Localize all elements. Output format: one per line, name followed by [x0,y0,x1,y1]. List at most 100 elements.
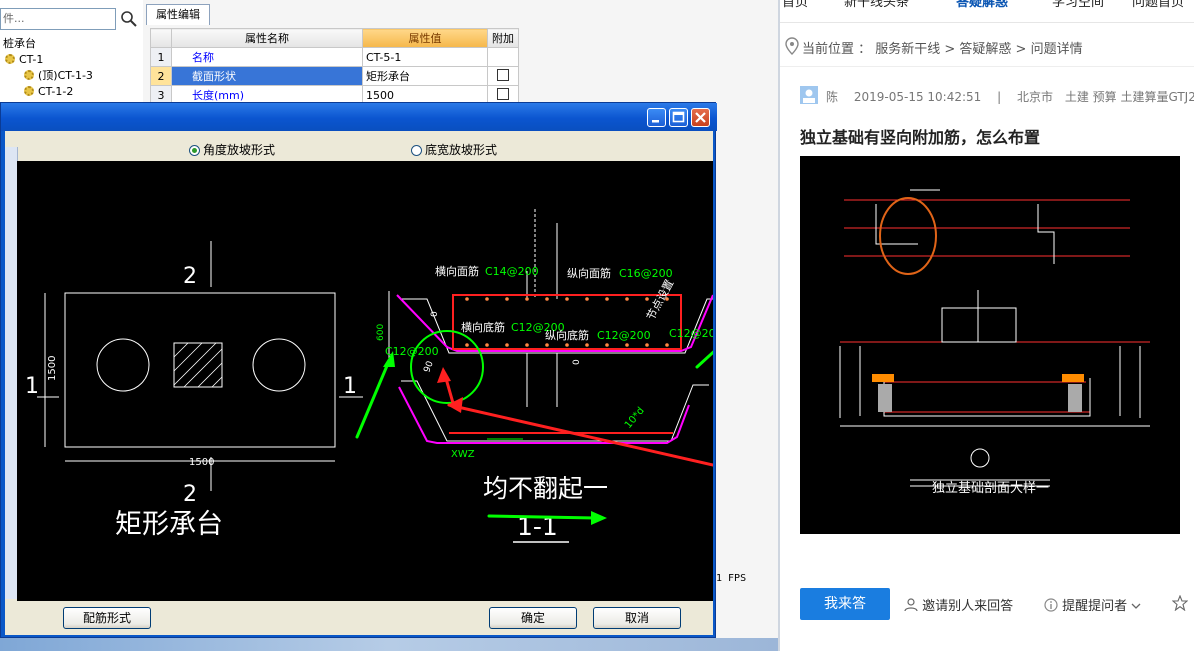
image-green-blocks [878,384,1082,412]
radio-unchecked-icon [411,145,422,156]
prop-name: 截面形状 [171,66,363,86]
tree-item-label: CT-1-2 [38,85,74,98]
nav-item-home[interactable]: 首页 [782,0,808,10]
dim-0-label: 0 [430,311,440,317]
component-icon [5,54,15,64]
tree-item-ct1-2[interactable]: CT-1-2 [24,85,73,99]
cad-drawing-canvas[interactable]: 2 2 1 1 1500 1500 矩形承台 横向面筋 C14@200 纵向面筋… [17,161,713,601]
cancel-button[interactable]: 取消 [593,607,681,629]
radio-angle-slope[interactable]: 角度放坡形式 [189,141,275,158]
star-icon[interactable] [1171,594,1189,613]
image-caption: 独立基础剖面大样一 [932,481,1049,496]
answer-button[interactable]: 我来答 [800,588,890,620]
question-date: 2019-05-15 10:42:51 [853,90,982,104]
table-row[interactable]: 1 名称 CT-5-1 [150,47,519,67]
node-setting-label: 节点设置 [644,277,676,322]
tree-search-input[interactable]: 件... [0,8,116,30]
component-icon [24,70,34,80]
invite-answer-link[interactable]: 邀请别人来回答 [904,595,1013,614]
col-header-name: 属性名称 [171,28,363,48]
tree-item-label: (顶)CT-1-3 [38,69,93,82]
row-number: 1 [150,47,172,67]
tree-item-ct1[interactable]: CT-1 [5,53,43,67]
shape-label: 矩形承台 [115,509,223,540]
maximize-button[interactable] [669,108,688,127]
component-icon [24,86,34,96]
col-header-extra: 附加 [487,28,519,48]
row-number: 2 [150,66,172,86]
breadcrumb-divider [780,66,1194,67]
nav-item-headlines[interactable]: 新干线头条 [844,0,909,10]
prop-extra [487,47,519,67]
prop-value[interactable]: CT-5-1 [362,47,488,67]
chevron-down-icon [1131,599,1141,614]
radio-label: 底宽放坡形式 [425,143,498,157]
tree-item-label: CT-1 [19,53,44,66]
table-row[interactable]: 2 截面形状 矩形承台 [150,66,519,86]
tree-item-pile-cap[interactable]: 桩承台 [3,37,36,51]
tree-item-label: 桩承台 [3,37,36,50]
dim-height-label: 1500 [47,356,58,381]
bot-long-label: 纵向底筋 [545,328,589,342]
pile-circle-right [252,338,306,392]
question-image[interactable]: 独立基础剖面大样一 [800,156,1180,534]
cap-outline [64,292,336,448]
dim-0-label: 0 [572,359,582,365]
taskbar-strip [0,638,778,651]
extra-checkbox[interactable] [497,68,509,81]
fps-readout: 1 FPS [716,573,747,584]
dialog-body: 角度放坡形式 底宽放坡形式 2 2 1 1 1500 1500 矩形承台 横向面… [5,131,713,635]
prop-value[interactable]: 矩形承台 [362,66,488,86]
plan-view [37,241,363,491]
prop-name: 名称 [171,47,363,67]
section-shape-dialog: 角度放坡形式 底宽放坡形式 2 2 1 1 1500 1500 矩形承台 横向面… [0,102,717,638]
nav-item-qa[interactable]: 答疑解惑 [956,0,1008,10]
remind-label: 提醒提问者 [1062,599,1128,614]
side-rebar-lower [398,386,690,444]
dim-600-label: 600 [376,324,386,341]
close-button[interactable] [691,108,710,127]
meta-separator: | [997,90,1002,104]
asker-name[interactable]: 陈 [826,90,838,104]
invite-label: 邀请别人来回答 [922,599,1014,614]
nav-item-question-home[interactable]: 问题首页 [1132,0,1184,10]
minimize-button[interactable] [647,108,666,127]
question-city: 北京市 [1017,90,1054,104]
section-number-left: 1 [25,374,39,399]
top-horiz-value: C14@200 [485,265,539,278]
dim-xwz-label: XWZ [451,449,475,460]
image-highlight-ellipse [879,197,937,275]
tab-property-edit[interactable]: 属性编辑 [146,4,210,25]
section-number-top: 2 [183,264,197,289]
extra-checkbox[interactable] [497,87,509,100]
ok-button[interactable]: 确定 [489,607,577,629]
rownum-header [150,28,172,48]
question-meta: 陈 2019-05-15 10:42:51 | 北京市 土建 预算 土建算量GT… [826,88,1194,105]
table-header-row: 属性名称 属性值 附加 [150,28,519,48]
radio-label: 角度放坡形式 [203,143,276,157]
side-right-value: C12@200 [669,327,713,340]
top-long-label: 纵向面筋 [567,266,611,280]
dim-90-label: 90 [422,360,435,374]
image-orange-blocks [872,374,1084,382]
radio-width-slope[interactable]: 底宽放坡形式 [411,141,497,158]
col-header-value: 属性值 [362,28,488,48]
dim-10d-label: 10*d [623,405,647,431]
note-no-bend: 均不翻起一 [483,474,608,503]
radio-checked-icon [189,145,200,156]
search-icon[interactable] [118,8,140,30]
nav-item-learning[interactable]: 学习空间 [1052,0,1104,10]
pile-circle-left [96,338,150,392]
remind-asker-link[interactable]: 提醒提问者 [1044,595,1141,614]
bot-long-value: C12@200 [597,329,651,342]
rebar-form-button[interactable]: 配筋形式 [63,607,151,629]
dialog-button-bar: 配筋形式 确定 取消 [5,601,713,635]
slope-mode-bar: 角度放坡形式 底宽放坡形式 [21,135,713,161]
site-nav-bar: 首页 新干线头条 答疑解惑 学习空间 问题首页 [780,0,1194,22]
property-table: 属性名称 属性值 附加 1 名称 CT-5-1 2 截面形状 矩形承台 3 长度… [150,28,519,105]
tree-item-ct1-3[interactable]: (顶)CT-1-3 [24,69,93,83]
dialog-titlebar[interactable] [1,103,717,131]
question-title: 独立基础有竖向附加筋，怎么布置 [800,128,1041,147]
user-icon [904,598,918,614]
avatar[interactable] [800,86,818,104]
